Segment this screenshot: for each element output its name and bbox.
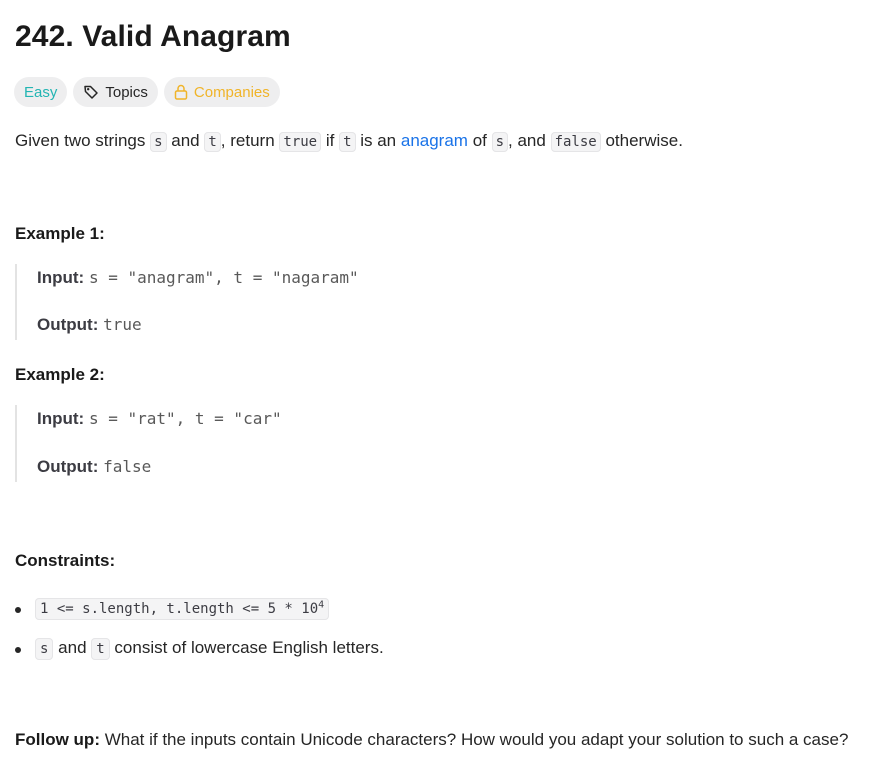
example-2-input: Input: s = "rat", t = "car" <box>37 409 282 429</box>
inline-code-t: t <box>91 638 110 660</box>
desc-text: and <box>166 131 205 150</box>
inline-code-s: s <box>35 638 54 660</box>
difficulty-label: Easy <box>24 83 58 101</box>
input-label: Input: <box>37 268 85 287</box>
constraint-code: 1 <= s.length, t.length <= 5 * 104 <box>35 598 330 620</box>
tag-row: Easy Topics Companies <box>14 77 280 107</box>
inline-code-t: t <box>339 132 356 152</box>
desc-text: of <box>467 131 492 150</box>
input-label: Input: <box>37 409 85 428</box>
inline-code-t: t <box>204 132 221 152</box>
example-1-output: Output: true <box>37 315 142 335</box>
bullet-dot <box>15 647 21 653</box>
topics-tag[interactable]: Topics <box>73 77 158 107</box>
constraint-text: consist of lowercase English letters. <box>109 638 384 657</box>
companies-tag[interactable]: Companies <box>163 77 280 107</box>
problem-title: 242. Valid Anagram <box>15 20 291 53</box>
problem-description: Given two strings s and t, return true i… <box>15 128 683 155</box>
lock-icon <box>174 84 188 100</box>
anagram-link[interactable]: anagram <box>401 131 468 150</box>
follow-up-text: What if the inputs contain Unicode chara… <box>99 730 849 749</box>
example-1-input: Input: s = "anagram", t = "nagaram" <box>37 268 359 288</box>
bullet-dot <box>15 607 21 613</box>
desc-text: , and <box>508 131 551 150</box>
desc-text: , return <box>220 131 280 150</box>
desc-text: if <box>321 131 340 150</box>
desc-text: Given two strings <box>15 131 151 150</box>
inline-code-true: true <box>279 132 322 152</box>
input-value: s = "rat", t = "car" <box>88 409 282 428</box>
inline-code-s: s <box>491 132 509 152</box>
input-value: s = "anagram", t = "nagaram" <box>88 268 359 287</box>
output-value: false <box>103 457 152 476</box>
follow-up-label: Follow up: <box>15 730 100 749</box>
example-2-heading: Example 2: <box>15 365 105 384</box>
output-label: Output: <box>37 315 99 334</box>
desc-text: is an <box>355 131 401 150</box>
topics-label: Topics <box>105 83 148 101</box>
tag-icon <box>83 84 99 100</box>
output-label: Output: <box>37 457 99 476</box>
inline-code-s: s <box>150 132 167 152</box>
output-value: true <box>103 315 142 334</box>
constraints-list: 1 <= s.length, t.length <= 5 * 104 s and… <box>15 598 615 668</box>
companies-label: Companies <box>193 83 270 101</box>
example-2-block: Input: s = "rat", t = "car" Output: fals… <box>15 405 617 482</box>
desc-text: otherwise. <box>600 131 683 150</box>
constraints-heading: Constraints: <box>15 551 116 570</box>
example-1-block: Input: s = "anagram", t = "nagaram" Outp… <box>15 264 617 340</box>
difficulty-badge[interactable]: Easy <box>14 77 68 107</box>
inline-code-false: false <box>550 132 601 152</box>
example-2-output: Output: false <box>37 457 151 477</box>
example-1-heading: Example 1: <box>15 224 105 243</box>
constraint-text: and <box>53 638 92 657</box>
follow-up: Follow up: What if the inputs contain Un… <box>15 730 848 750</box>
